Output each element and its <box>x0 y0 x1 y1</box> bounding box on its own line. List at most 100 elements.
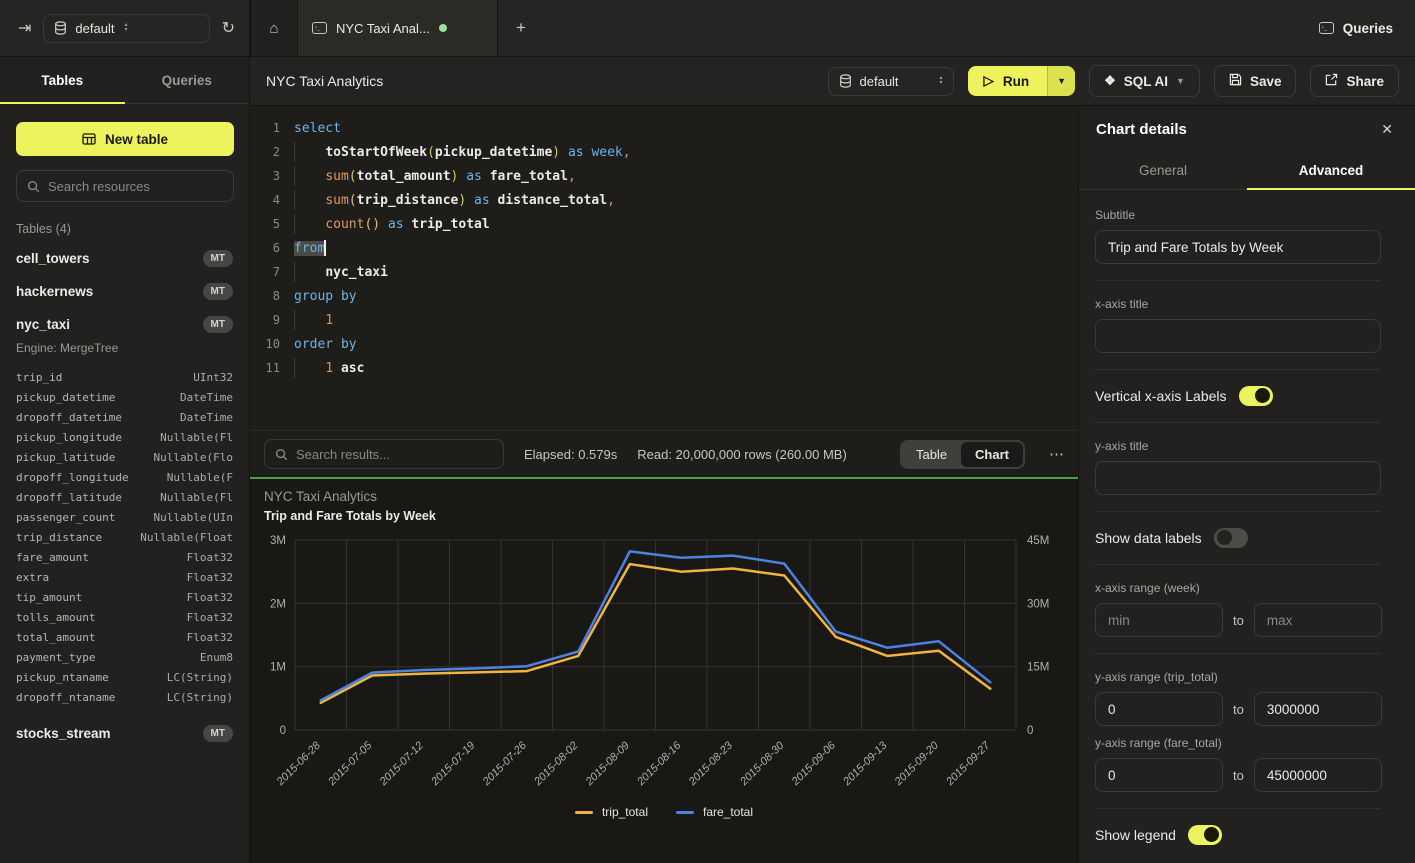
refresh-icon[interactable]: ↻ <box>222 18 235 38</box>
new-table-button[interactable]: New table <box>16 122 234 156</box>
column-row: tip_amountFloat32 <box>16 587 233 607</box>
collapse-sidebar-icon[interactable]: ⇥ <box>18 18 31 38</box>
y-axis-title-input[interactable] <box>1095 461 1381 495</box>
save-icon <box>1229 73 1242 89</box>
query-tab-title: NYC Taxi Anal... <box>336 21 430 36</box>
editor-line-7: 7 nyc_taxi <box>250 260 1078 284</box>
editor-line-11: 11 1 asc <box>250 356 1078 380</box>
query-toolbar: NYC Taxi Analytics default ▴▾ ▷ Run ▼ ❖ … <box>250 57 1415 106</box>
y-range-fare-label: y-axis range (fare_total) <box>1095 736 1381 750</box>
line-number: 9 <box>250 313 280 327</box>
vertical-x-labels-toggle[interactable] <box>1239 386 1273 406</box>
new-tab-button[interactable]: + <box>498 0 544 56</box>
x-range-max-input[interactable] <box>1254 603 1382 637</box>
x-axis-title-input[interactable] <box>1095 319 1381 353</box>
show-data-labels-toggle[interactable] <box>1214 528 1248 548</box>
x-range-min-input[interactable] <box>1095 603 1223 637</box>
editor-line-2: 2 toStartOfWeek(pickup_datetime) as week… <box>250 140 1078 164</box>
sidebar-tab-tables[interactable]: Tables <box>0 57 125 103</box>
engine-badge: MT <box>203 725 233 742</box>
tab-general[interactable]: General <box>1079 152 1247 189</box>
panel-body: Subtitle x-axis title Vertical x-axis La… <box>1079 190 1415 845</box>
sidebar-table-nyc_taxi[interactable]: nyc_taxi MT <box>0 308 249 341</box>
line-number: 10 <box>250 337 280 351</box>
y-range-trip-min-input[interactable] <box>1095 692 1223 726</box>
chevron-down-icon: ▼ <box>1057 76 1066 86</box>
line-chart[interactable]: 001M15M2M30M3M45M2015-06-282015-07-05201… <box>250 525 1078 811</box>
svg-text:2015-08-30: 2015-08-30 <box>737 739 787 789</box>
run-button[interactable]: ▷ Run <box>968 66 1048 96</box>
more-options-icon[interactable]: ⋯ <box>1049 445 1064 463</box>
to-label: to <box>1233 613 1244 628</box>
svg-text:2015-09-27: 2015-09-27 <box>943 739 993 789</box>
svg-text:2015-08-16: 2015-08-16 <box>634 739 684 789</box>
sidebar-search[interactable] <box>16 170 234 202</box>
search-icon <box>275 448 288 461</box>
svg-text:0: 0 <box>1027 725 1033 737</box>
show-legend-toggle[interactable] <box>1188 825 1222 845</box>
svg-text:2015-09-06: 2015-09-06 <box>789 739 839 789</box>
y-range-trip-max-input[interactable] <box>1254 692 1382 726</box>
elapsed-time: Elapsed: 0.579s <box>524 447 617 462</box>
subtitle-input[interactable] <box>1095 230 1381 264</box>
editor-line-6: 6from <box>250 236 1078 260</box>
line-number: 11 <box>250 361 280 375</box>
run-options-button[interactable]: ▼ <box>1047 66 1075 96</box>
save-button[interactable]: Save <box>1214 65 1297 97</box>
view-toggle-chart[interactable]: Chart <box>961 442 1023 467</box>
column-row: total_amountFloat32 <box>16 627 233 647</box>
sidebar-table-hackernews[interactable]: hackernewsMT <box>0 275 249 308</box>
show-data-labels-label: Show data labels <box>1095 530 1202 546</box>
share-button[interactable]: Share <box>1310 65 1399 97</box>
tab-advanced[interactable]: Advanced <box>1247 152 1415 189</box>
sidebar-tab-queries[interactable]: Queries <box>125 57 250 103</box>
queries-button[interactable]: ›_ Queries <box>1319 21 1415 36</box>
legend-item-trip_total[interactable]: trip_total <box>575 805 648 819</box>
editor-line-1: 1select <box>250 116 1078 140</box>
results-search-input[interactable] <box>296 447 493 462</box>
to-label: to <box>1233 702 1244 717</box>
vertical-x-labels-label: Vertical x-axis Labels <box>1095 388 1227 404</box>
y-axis-title-label: y-axis title <box>1095 439 1381 453</box>
sidebar-table-stocks_stream[interactable]: stocks_streamMT <box>0 717 249 750</box>
svg-text:2015-09-20: 2015-09-20 <box>892 739 942 789</box>
editor-line-3: 3 sum(total_amount) as fare_total, <box>250 164 1078 188</box>
database-selector[interactable]: default ▴▾ <box>43 14 209 43</box>
y-range-fare-min-input[interactable] <box>1095 758 1223 792</box>
column-row: pickup_longitudeNullable(Fl <box>16 427 233 447</box>
tables-list: stocks_streamMT <box>0 717 249 750</box>
sidebar-table-cell_towers[interactable]: cell_towersMT <box>0 242 249 275</box>
sql-editor[interactable]: 1select2 toStartOfWeek(pickup_datetime) … <box>250 106 1078 430</box>
sidebar-search-input[interactable] <box>48 179 223 194</box>
queries-label: Queries <box>1343 21 1393 36</box>
legend-item-fare_total[interactable]: fare_total <box>676 805 753 819</box>
svg-text:15M: 15M <box>1027 662 1049 674</box>
column-row: trip_distanceNullable(Float <box>16 527 233 547</box>
text-cursor <box>324 240 326 256</box>
nyc-taxi-columns: trip_idUInt32pickup_datetimeDateTimedrop… <box>0 363 249 709</box>
svg-text:2015-09-13: 2015-09-13 <box>840 739 890 789</box>
y-range-trip-label: y-axis range (trip_total) <box>1095 670 1381 684</box>
share-label: Share <box>1346 74 1384 89</box>
close-icon[interactable]: ✕ <box>1381 121 1393 138</box>
svg-text:2015-08-02: 2015-08-02 <box>531 740 580 789</box>
engine-badge: MT <box>203 316 233 333</box>
line-number: 2 <box>250 145 280 159</box>
table-name: cell_towers <box>16 251 90 266</box>
editor-line-8: 8group by <box>250 284 1078 308</box>
sql-ai-button[interactable]: ❖ SQL AI ▼ <box>1089 65 1200 97</box>
svg-text:1M: 1M <box>270 662 286 674</box>
query-tab[interactable]: ›_ NYC Taxi Anal... <box>298 0 498 56</box>
results-search[interactable] <box>264 439 504 469</box>
home-button[interactable]: ⌂ <box>250 0 298 56</box>
run-database-selector[interactable]: default ▴▾ <box>828 67 954 96</box>
view-toggle-table[interactable]: Table <box>902 442 961 467</box>
svg-text:30M: 30M <box>1027 598 1049 610</box>
share-icon <box>1325 73 1338 89</box>
x-axis-title-label: x-axis title <box>1095 297 1381 311</box>
subtitle-field-label: Subtitle <box>1095 208 1381 222</box>
search-icon <box>27 180 40 193</box>
table-name: nyc_taxi <box>16 317 70 332</box>
y-range-fare-max-input[interactable] <box>1254 758 1382 792</box>
svg-text:0: 0 <box>280 725 286 737</box>
